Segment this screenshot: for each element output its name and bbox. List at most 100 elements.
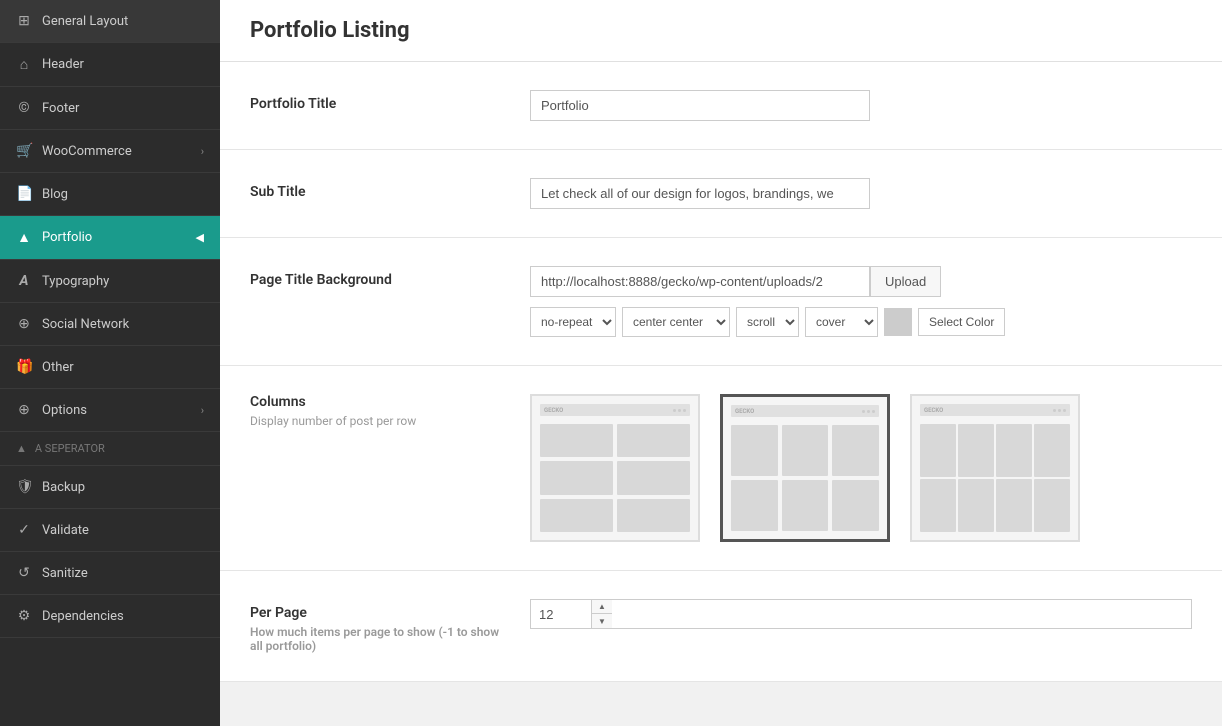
thumb-inner-4: GECKO [912,396,1078,540]
separator-label: A SEPERATOR [35,442,105,455]
sidebar-item-label: General Layout [42,14,128,29]
select-color-button[interactable]: Select Color [918,308,1005,336]
number-input-wrap: ▲ ▼ [530,599,1192,629]
shield-icon: 🛡 [16,479,32,495]
col-2-thumb[interactable]: GECKO [530,394,700,542]
per-page-label-area: Per Page How much items per page to show… [250,599,510,653]
sidebar-item-label: Backup [42,480,85,495]
sidebar-item-label: Portfolio [42,230,92,245]
sidebar-item-label: Other [42,360,74,375]
bg-options-row: no-repeat repeat repeat-x repeat-y cente… [530,307,1192,337]
per-page-section: Per Page How much items per page to show… [220,571,1222,682]
thumb-grid-3 [731,425,879,531]
page-bg-section: Page Title Background Upload no-repeat r… [220,238,1222,366]
per-page-label: Per Page [250,605,510,621]
sidebar-item-label: Dependencies [42,609,124,624]
color-swatch [884,308,912,336]
subtitle-controls [530,178,1192,209]
column-thumbnails: GECKO [530,394,1080,542]
sidebar-separator: ▲ A SEPERATOR [0,432,220,466]
sidebar-item-sanitize[interactable]: ↺ Sanitize [0,552,220,595]
columns-inner: Columns Display number of post per row G… [250,394,1192,542]
subtitle-section: Sub Title [220,150,1222,238]
sidebar-item-label: Social Network [42,317,129,332]
sidebar: ⊞ General Layout ⌂ Header © Footer 🛒 Woo… [0,0,220,726]
main-content: Portfolio Listing Portfolio Title Sub Ti… [220,0,1222,726]
page-bg-controls: Upload no-repeat repeat repeat-x repeat-… [530,266,1192,337]
page-bg-label: Page Title Background [250,266,510,288]
sidebar-item-label: Typography [42,274,109,289]
columns-section: Columns Display number of post per row G… [220,366,1222,571]
chevron-right-icon: › [201,145,204,158]
sidebar-item-other[interactable]: 🎁 Other [0,346,220,389]
type-icon: A [16,273,32,289]
sidebar-item-woocommerce[interactable]: 🛒 WooCommerce › [0,130,220,173]
col-4-thumb[interactable]: GECKO [910,394,1080,542]
thumb-inner-3: GECKO [723,397,887,539]
portfolio-title-input[interactable] [530,90,870,121]
content-area: Portfolio Title Sub Title Page Title Bac… [220,62,1222,682]
per-page-controls: ▲ ▼ [530,599,1192,629]
sidebar-item-footer[interactable]: © Footer [0,87,220,130]
upload-button[interactable]: Upload [870,266,941,297]
columns-sublabel: Display number of post per row [250,414,510,428]
check-icon: ✓ [16,522,32,538]
attachment-select[interactable]: scroll fixed [736,307,799,337]
sidebar-item-label: Validate [42,523,89,538]
columns-label: Columns [250,394,510,410]
sidebar-item-label: Blog [42,187,68,202]
sidebar-item-portfolio[interactable]: ▲ Portfolio ◀ [0,216,220,260]
person-icon: ▲ [16,229,32,246]
sidebar-item-validate[interactable]: ✓ Validate [0,509,220,552]
subtitle-label: Sub Title [250,178,510,200]
size-select[interactable]: cover contain auto [805,307,878,337]
share-icon: ⊕ [16,316,32,332]
bg-url-input[interactable] [530,266,870,297]
upload-row: Upload [530,266,1192,297]
col-3-thumb[interactable]: GECKO [720,394,890,542]
spin-up-button[interactable]: ▲ [592,600,612,614]
refresh-icon: ↺ [16,565,32,581]
sidebar-item-social-network[interactable]: ⊕ Social Network [0,303,220,346]
page-title-bar: Portfolio Listing [220,0,1222,62]
grid-icon: ⊞ [16,13,32,29]
sidebar-item-dependencies[interactable]: ⚙ Dependencies [0,595,220,638]
per-page-sublabel: How much items per page to show (-1 to s… [250,625,510,653]
position-select[interactable]: center center top left top center bottom… [622,307,730,337]
thumb-grid-4 [920,424,1070,532]
sidebar-item-label: WooCommerce [42,144,132,159]
sidebar-item-backup[interactable]: 🛡 Backup [0,466,220,509]
portfolio-title-label: Portfolio Title [250,90,510,112]
thumb-grid-2 [540,424,690,532]
home-icon: ⌂ [16,56,32,73]
thumb-inner-2: GECKO [532,396,698,540]
plus-circle-icon: ⊕ [16,402,32,418]
portfolio-title-section: Portfolio Title [220,62,1222,150]
page-title: Portfolio Listing [250,18,1192,43]
copyright-icon: © [16,100,32,116]
gift-icon: 🎁 [16,359,32,375]
active-indicator-icon: ◀ [196,231,204,244]
thumb-header-3: GECKO [731,405,879,417]
gear-icon: ⚙ [16,608,32,624]
thumb-header-2: GECKO [540,404,690,416]
sidebar-item-typography[interactable]: A Typography [0,260,220,303]
sidebar-item-label: Options [42,403,87,418]
per-page-input[interactable] [531,600,591,628]
sidebar-item-label: Sanitize [42,566,88,581]
spin-down-button[interactable]: ▼ [592,614,612,628]
sidebar-item-blog[interactable]: 📄 Blog [0,173,220,216]
separator-icon: ▲ [16,442,27,455]
repeat-select[interactable]: no-repeat repeat repeat-x repeat-y [530,307,616,337]
columns-label-area: Columns Display number of post per row [250,394,510,542]
sidebar-item-options[interactable]: ⊕ Options › [0,389,220,432]
sidebar-item-label: Header [42,57,84,72]
subtitle-input[interactable] [530,178,870,209]
sidebar-item-header[interactable]: ⌂ Header [0,43,220,87]
thumb-header-4: GECKO [920,404,1070,416]
spinner-buttons: ▲ ▼ [591,600,612,628]
sidebar-item-general-layout[interactable]: ⊞ General Layout [0,0,220,43]
cart-icon: 🛒 [16,143,32,159]
chevron-right-icon-options: › [201,404,204,417]
portfolio-title-controls [530,90,1192,121]
